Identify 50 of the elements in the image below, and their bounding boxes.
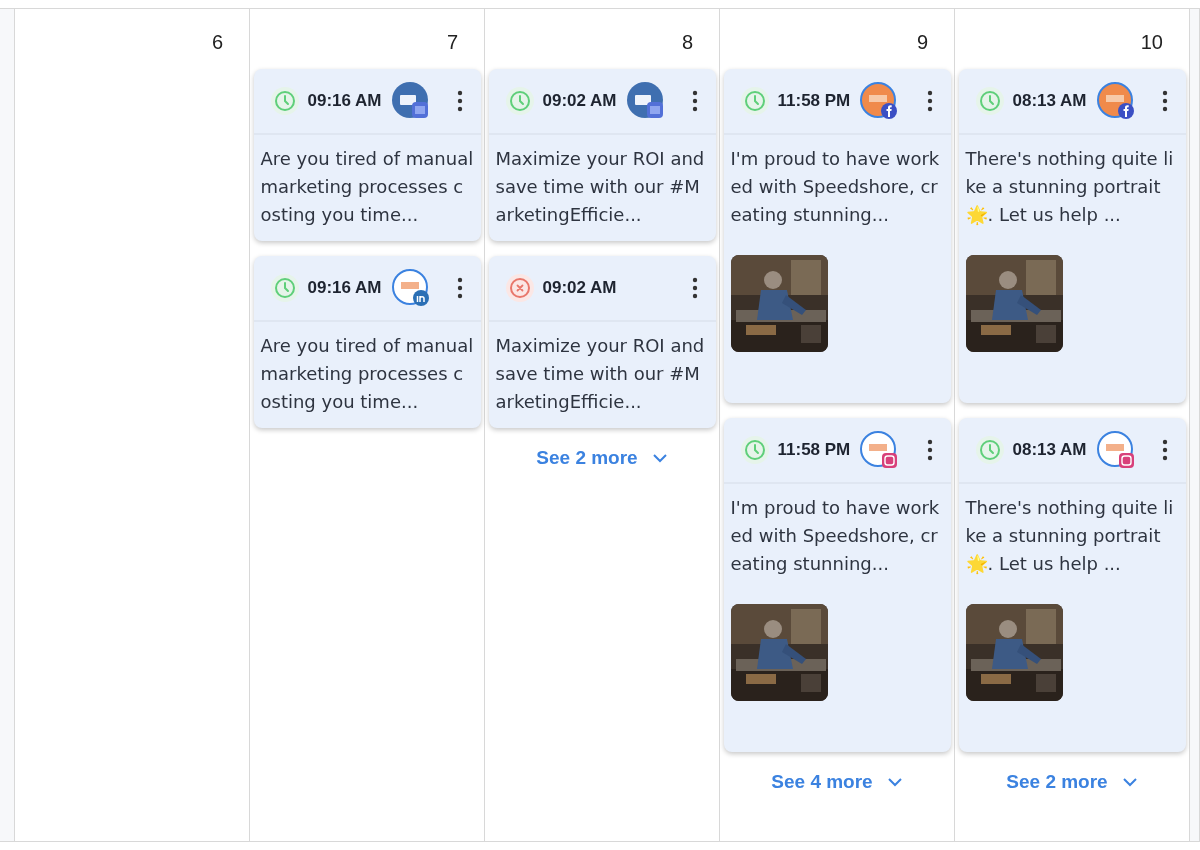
post-card[interactable]: 09:02 AM Maximize your ROI and save time with our #MarketingEfficie...: [488, 69, 716, 241]
avatar-icon: [1096, 431, 1135, 469]
post-time: 08:13 AM: [1012, 440, 1087, 460]
post-text: Are you tired of manual marketing processes costing you time...: [260, 334, 474, 414]
post-time: 08:13 AM: [1012, 91, 1087, 111]
post-time: 11:58 PM: [777, 91, 851, 111]
post-card[interactable]: 11:58 PM I'm proud to have worked with Speedshore, creating stunning...: [723, 69, 951, 403]
chevron-down-icon: [1121, 777, 1138, 787]
error-icon: [504, 273, 535, 303]
post-time: 09:02 AM: [542, 278, 617, 298]
post-time: 09:02 AM: [542, 91, 617, 111]
post-text: I'm proud to have worked with Speedshore, creating stunning...: [730, 496, 941, 576]
clock-icon: [974, 435, 1005, 465]
clock-icon: [269, 273, 300, 303]
day-number: 6: [211, 31, 223, 54]
post-text: There's nothing quite like a stunning portrait 🌟. Let us help ...: [965, 147, 1175, 227]
see-more-link[interactable]: See 2 more: [532, 445, 672, 471]
avatar-icon: [860, 82, 899, 120]
see-more-link[interactable]: See 4 more: [767, 769, 907, 795]
chevron-down-icon: [886, 777, 903, 787]
post-text: Maximize your ROI and save time with our #MarketingEfficie...: [495, 147, 706, 227]
post-card[interactable]: 08:13 AM There's nothing quite like a stunning portrait 🌟. Let us help ...: [958, 418, 1186, 752]
clock-icon: [739, 435, 770, 465]
day-number: 7: [446, 31, 458, 54]
day-number: 9: [916, 31, 928, 54]
post-card[interactable]: 09:16 AM Are you tired of manual marketing processes costing you time...: [253, 256, 481, 428]
post-card[interactable]: 11:58 PM I'm proud to have worked with Speedshore, creating stunning...: [723, 418, 951, 752]
post-text: Maximize your ROI and save time with our #MarketingEfficie...: [495, 334, 706, 414]
post-text: I'm proud to have worked with Speedshore, creating stunning...: [730, 147, 941, 227]
clock-icon: [504, 86, 535, 116]
post-text: Are you tired of manual marketing processes costing you time...: [260, 147, 474, 227]
post-time: 11:58 PM: [777, 440, 851, 460]
post-time: 09:16 AM: [307, 91, 382, 111]
clock-icon: [269, 86, 300, 116]
avatar-icon: [860, 431, 899, 469]
avatar-icon: [391, 82, 430, 120]
chevron-down-icon: [651, 453, 668, 463]
post-card[interactable]: 09:02 AM Maximize your ROI and save time with our #MarketingEfficie...: [488, 256, 716, 428]
avatar-icon: [391, 269, 430, 307]
clock-icon: [974, 86, 1005, 116]
avatar-icon: [1096, 82, 1135, 120]
post-card[interactable]: 09:16 AM Are you tired of manual marketing processes costing you time...: [253, 69, 481, 241]
day-number: 10: [1140, 31, 1163, 54]
post-card[interactable]: 08:13 AM There's nothing quite like a stunning portrait 🌟. Let us help ...: [958, 69, 1186, 403]
post-text: There's nothing quite like a stunning portrait 🌟. Let us help ...: [965, 496, 1175, 576]
see-more-link[interactable]: See 2 more: [1002, 769, 1142, 795]
clock-icon: [739, 86, 770, 116]
day-number: 8: [681, 31, 693, 54]
post-time: 09:16 AM: [307, 278, 382, 298]
avatar-icon: [626, 82, 665, 120]
